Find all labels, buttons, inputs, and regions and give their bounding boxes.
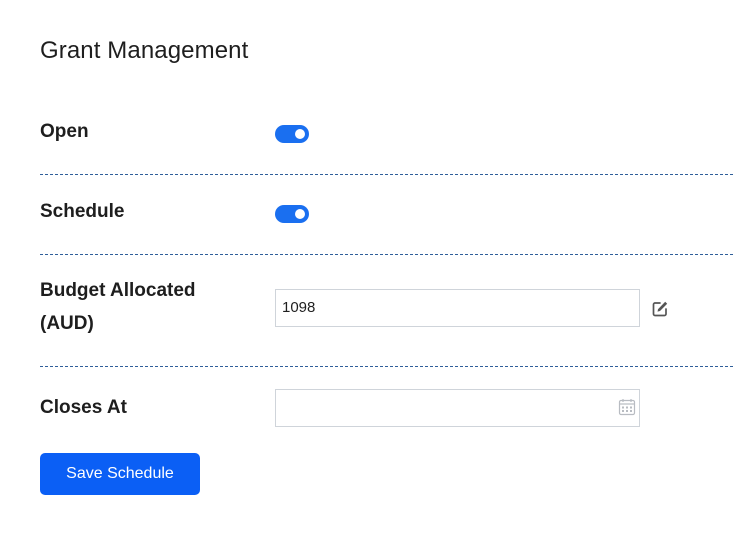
save-schedule-button[interactable]: Save Schedule	[40, 453, 200, 495]
budget-field	[275, 289, 640, 327]
row-divider	[40, 254, 733, 255]
open-label: Open	[40, 121, 89, 142]
closes-at-input[interactable]	[276, 390, 602, 425]
edit-icon[interactable]	[651, 300, 669, 318]
row-divider	[40, 174, 733, 175]
grant-management-page: Grant Management Open Schedule Budget Al…	[0, 0, 733, 553]
calendar-icon[interactable]	[618, 398, 636, 416]
budget-label-line2: (AUD)	[40, 313, 94, 334]
toggle-knob	[295, 209, 305, 219]
closes-at-label: Closes At	[40, 397, 127, 418]
toggle-knob	[295, 129, 305, 139]
open-toggle[interactable]	[275, 125, 309, 143]
page-title: Grant Management	[40, 37, 249, 64]
schedule-toggle[interactable]	[275, 205, 309, 223]
closes-at-field	[275, 389, 640, 427]
schedule-label: Schedule	[40, 201, 125, 222]
row-divider	[40, 366, 733, 367]
budget-input[interactable]	[276, 290, 602, 325]
budget-label: Budget Allocated (AUD)	[40, 277, 196, 337]
budget-label-line1: Budget Allocated	[40, 280, 196, 301]
